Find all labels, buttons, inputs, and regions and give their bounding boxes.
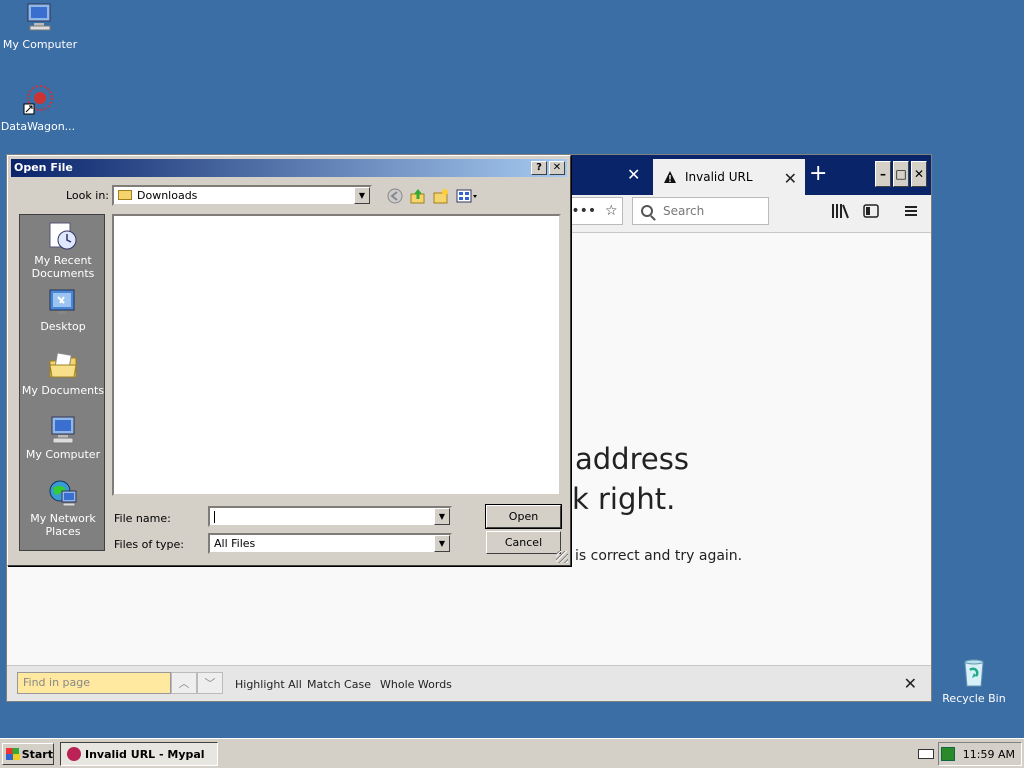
place-label: My Documents	[21, 384, 105, 397]
look-in-label: Look in:	[66, 189, 109, 202]
datawagon-icon	[22, 84, 54, 116]
find-bar: Find in page ︿ ﹀ Highlight All Match Cas…	[7, 665, 931, 701]
menu-icon[interactable]	[903, 203, 919, 223]
search-input[interactable]: Search	[632, 197, 769, 225]
start-button[interactable]: Start	[2, 743, 54, 765]
desktop-icon	[48, 287, 78, 317]
open-button[interactable]: Open	[485, 504, 562, 529]
place-label: My Computer	[25, 448, 101, 461]
chevron-down-icon[interactable]: ▼	[354, 187, 370, 204]
mypal-icon	[67, 747, 81, 761]
sidebar-icon[interactable]	[863, 203, 879, 223]
help-button[interactable]: ?	[531, 161, 547, 175]
tab-invalid-url[interactable]: Invalid URL ✕	[653, 159, 805, 195]
search-placeholder: Search	[663, 204, 705, 218]
recycle-bin-icon	[958, 656, 990, 688]
close-window-button[interactable]: ✕	[911, 161, 927, 187]
computer-icon	[48, 415, 78, 445]
library-icon[interactable]	[831, 203, 849, 223]
dialog-title-bar: Open File ? ✕	[11, 159, 567, 177]
desktop-icon-datawagon[interactable]: DataWagon...	[0, 84, 78, 133]
place-my-computer[interactable]: My Computer	[20, 415, 106, 461]
open-file-dialog: Open File ? ✕ Look in: Downloads ▼ My Re…	[7, 155, 571, 566]
find-previous-button[interactable]: ︿	[171, 672, 197, 694]
close-icon[interactable]: ✕	[784, 169, 797, 188]
network-places-icon	[48, 479, 78, 509]
up-folder-icon[interactable]	[409, 188, 427, 204]
close-icon[interactable]: ✕	[627, 165, 640, 184]
find-next-button[interactable]: ﹀	[197, 672, 223, 694]
bookmark-star-icon[interactable]: ☆	[605, 203, 618, 219]
windows-logo-icon	[6, 748, 20, 760]
start-label: Start	[21, 747, 53, 761]
files-of-type-value: All Files	[214, 537, 256, 550]
url-bar-actions: ••• ☆	[567, 197, 623, 225]
error-heading-line2: k right.	[572, 482, 676, 516]
back-icon[interactable]	[386, 188, 404, 204]
close-icon[interactable]: ✕	[904, 674, 917, 693]
place-label: Desktop	[40, 320, 86, 333]
desktop-icon-recycle-bin[interactable]: Recycle Bin	[938, 656, 1010, 705]
dialog-title: Open File	[14, 161, 73, 174]
chevron-down-icon[interactable]: ▼	[434, 508, 450, 525]
search-icon	[641, 205, 653, 217]
clock: 11:59 AM	[962, 747, 1015, 761]
resize-grip[interactable]	[556, 551, 568, 563]
desktop-icon-my-computer[interactable]: My Computer	[0, 2, 80, 51]
place-my-network-places[interactable]: My Network Places	[20, 479, 106, 538]
place-label: My Recent Documents	[31, 254, 95, 280]
files-of-type-select[interactable]: All Files ▼	[208, 533, 452, 554]
my-documents-icon	[48, 351, 78, 381]
look-in-value: Downloads	[137, 189, 198, 202]
files-of-type-label: Files of type:	[114, 538, 185, 551]
whole-words-toggle[interactable]: Whole Words	[380, 678, 452, 691]
recent-documents-icon	[48, 221, 78, 251]
maximize-button[interactable]: □	[893, 161, 909, 187]
find-in-page-input[interactable]: Find in page	[17, 672, 171, 694]
place-my-recent-documents[interactable]: My Recent Documents	[20, 221, 106, 280]
look-in-select[interactable]: Downloads ▼	[112, 185, 372, 206]
more-actions-icon[interactable]: •••	[571, 203, 596, 219]
place-my-documents[interactable]: My Documents	[20, 351, 106, 397]
folder-icon	[118, 190, 132, 200]
network-tray-icon[interactable]	[940, 747, 955, 761]
file-name-input[interactable]: ▼	[208, 506, 452, 527]
file-list[interactable]	[112, 214, 561, 496]
window-controls: – □ ✕	[875, 161, 927, 187]
file-name-label: File name:	[114, 512, 171, 525]
match-case-toggle[interactable]: Match Case	[307, 678, 371, 691]
tab-label: Invalid URL	[685, 170, 753, 184]
desktop-icon-label: Recycle Bin	[942, 692, 1006, 705]
taskbar-item-mypal[interactable]: Invalid URL - Mypal	[60, 742, 218, 766]
warning-icon	[663, 170, 677, 184]
text-cursor	[214, 511, 215, 523]
place-desktop[interactable]: Desktop	[20, 287, 106, 333]
desktop-icon-label: My Computer	[2, 38, 78, 51]
highlight-all-toggle[interactable]: Highlight All	[235, 678, 302, 691]
new-folder-icon[interactable]	[432, 188, 450, 204]
taskbar: Start Invalid URL - Mypal 11:59 AM	[0, 738, 1024, 768]
places-bar: My Recent Documents Desktop My Documents…	[19, 214, 105, 551]
minimize-button[interactable]: –	[875, 161, 891, 187]
error-heading-line1: address	[575, 442, 689, 476]
taskbar-item-label: Invalid URL - Mypal	[85, 747, 205, 761]
close-dialog-button[interactable]: ✕	[549, 161, 565, 175]
new-tab-icon[interactable]: +	[809, 161, 827, 186]
chevron-down-icon[interactable]: ▼	[434, 535, 450, 552]
error-description: is correct and try again.	[575, 548, 743, 564]
desktop-icon-label: DataWagon...	[0, 120, 76, 133]
place-label: My Network Places	[30, 512, 96, 538]
cancel-button[interactable]: Cancel	[486, 531, 561, 554]
computer-icon	[24, 2, 56, 34]
keyboard-icon[interactable]	[918, 749, 934, 759]
view-menu-icon[interactable]	[456, 188, 480, 204]
error-heading: address k right.	[572, 439, 689, 519]
system-tray: 11:59 AM	[938, 742, 1022, 766]
